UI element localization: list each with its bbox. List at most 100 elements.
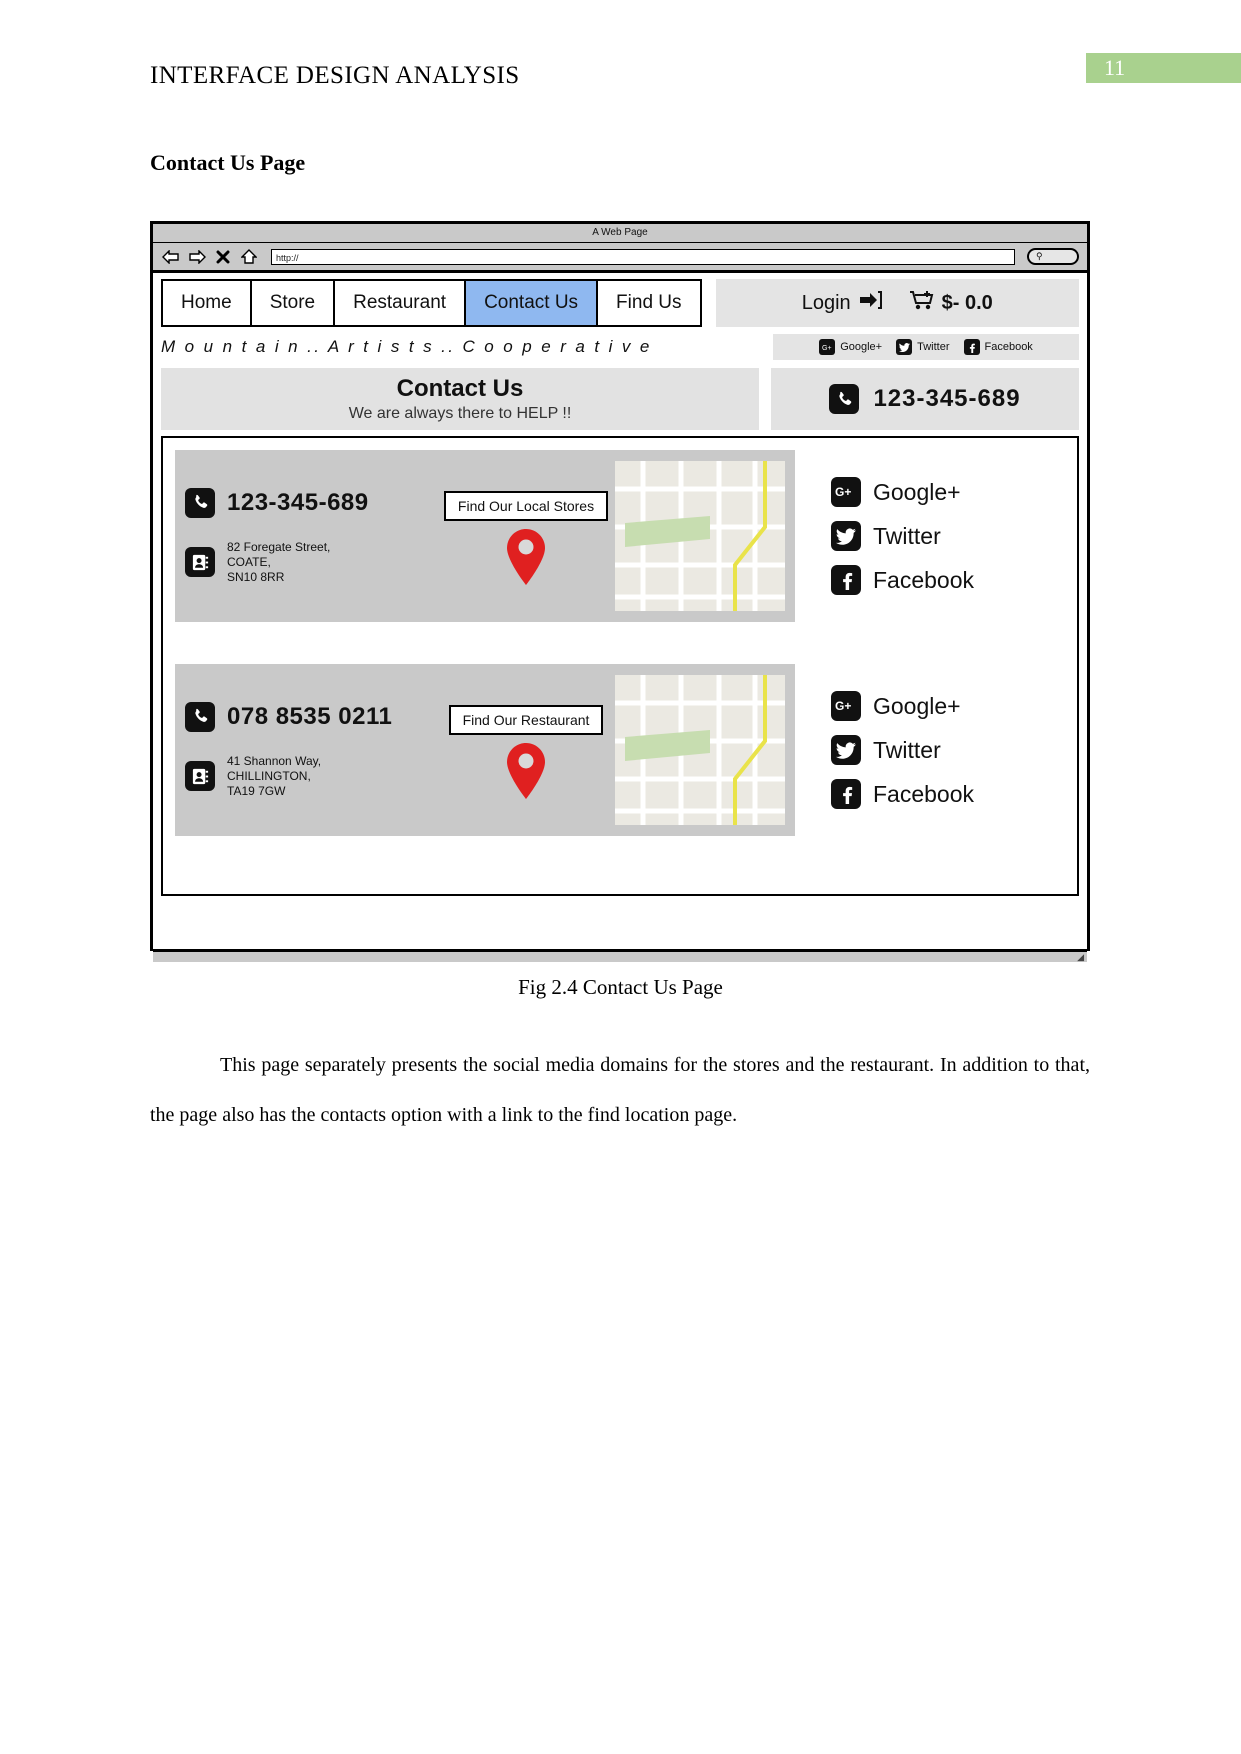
card-actions: Find Our Local Stores (437, 485, 615, 587)
browser-mockup: A Web Page http:// ⚲ Home Store Restaura… (150, 221, 1090, 962)
shopping-cart-icon (909, 290, 935, 316)
twitter-icon (831, 521, 861, 551)
svg-text:G+: G+ (835, 485, 851, 499)
social-label: Twitter (873, 522, 941, 549)
social-mini-google-plus[interactable]: G+ Google+ (819, 339, 882, 355)
hero-subtitle: We are always there to HELP !! (348, 405, 572, 422)
contact-book-icon (185, 547, 215, 577)
social-label: Google+ (873, 478, 961, 505)
card-info: 123-345-689 82 Foregate Street, COATE, S… (185, 487, 437, 585)
login-label: Login (801, 291, 851, 314)
social-twitter[interactable]: Twitter (831, 521, 1065, 551)
card-actions: Find Our Restaurant (437, 699, 615, 801)
map-pin-icon (503, 741, 549, 801)
google-plus-icon: G+ (831, 691, 861, 721)
contact-card-store: 123-345-689 82 Foregate Street, COATE, S… (175, 450, 795, 622)
map-thumbnail[interactable] (615, 461, 785, 611)
facebook-icon (831, 779, 861, 809)
card-social-links: G+ Google+ Twitter Facebook (813, 664, 1065, 836)
social-facebook[interactable]: Facebook (831, 779, 1065, 809)
social-mini-twitter[interactable]: Twitter (896, 339, 950, 355)
page-number-badge: 11 (1086, 53, 1241, 83)
phone-icon (185, 487, 215, 518)
social-strip: G+ Google+ Twitter Facebook (773, 334, 1079, 360)
home-icon[interactable] (239, 248, 259, 266)
phone-icon (829, 384, 860, 414)
social-mini-label: Twitter (917, 341, 950, 353)
hero-row: Contact Us We are always there to HELP !… (161, 368, 1079, 430)
resize-grip-icon[interactable]: ◢ (1077, 952, 1084, 962)
social-twitter[interactable]: Twitter (831, 735, 1065, 765)
facebook-icon (831, 565, 861, 595)
find-stores-button[interactable]: Find Our Local Stores (443, 491, 609, 521)
svg-text:G+: G+ (822, 345, 832, 352)
card-phone-line: 078 8535 0211 (185, 701, 437, 732)
social-label: Facebook (873, 780, 975, 807)
card-address-line: 41 Shannon Way, CHILLINGTON, TA19 7GW (185, 754, 437, 799)
hero-title: Contact Us (396, 375, 524, 402)
contact-content-box: 123-345-689 82 Foregate Street, COATE, S… (161, 436, 1079, 896)
contact-card-row: 123-345-689 82 Foregate Street, COATE, S… (175, 450, 1065, 622)
map-thumbnail[interactable] (615, 675, 785, 825)
card-phone-line: 123-345-689 (185, 487, 437, 518)
card-social-links: G+ Google+ Twitter Facebook (813, 450, 1065, 622)
browser-status-bar: ◢ (153, 949, 1087, 962)
browser-toolbar: http:// ⚲ (153, 243, 1087, 273)
site-brand: M o u n t a i n .. A r t i s t s .. C o … (161, 337, 652, 356)
svg-text:G+: G+ (835, 699, 851, 713)
social-google-plus[interactable]: G+ Google+ (831, 477, 1065, 507)
social-mini-facebook[interactable]: Facebook (963, 339, 1033, 355)
stop-x-icon[interactable] (213, 248, 233, 266)
back-arrow-icon[interactable] (161, 248, 181, 266)
contact-card-row: 078 8535 0211 41 Shannon Way, CHILLINGTO… (175, 664, 1065, 836)
cart-total: $- 0.0 (941, 291, 993, 314)
site-nav-row: Home Store Restaurant Contact Us Find Us… (161, 279, 1079, 327)
hero-phone-banner: 123-345-689 (771, 368, 1079, 430)
social-label: Twitter (873, 736, 941, 763)
card-address: 41 Shannon Way, CHILLINGTON, TA19 7GW (227, 753, 322, 798)
nav-tab-home[interactable]: Home (163, 281, 252, 325)
facebook-icon (963, 339, 980, 355)
site-nav-tabs: Home Store Restaurant Contact Us Find Us (161, 279, 702, 327)
card-address: 82 Foregate Street, COATE, SN10 8RR (227, 539, 331, 584)
google-plus-icon: G+ (819, 339, 836, 355)
login-arrow-icon (859, 291, 883, 315)
header-title: INTERFACE DESIGN ANALYSIS (150, 62, 520, 89)
browser-search-box[interactable]: ⚲ (1027, 248, 1079, 265)
twitter-icon (831, 735, 861, 765)
twitter-icon (896, 339, 913, 355)
hero-banner: Contact Us We are always there to HELP !… (161, 368, 759, 430)
card-info: 078 8535 0211 41 Shannon Way, CHILLINGTO… (185, 701, 437, 799)
section-heading: Contact Us Page (150, 150, 306, 175)
figure-caption: Fig 2.4 Contact Us Page (518, 975, 723, 999)
document-page: INTERFACE DESIGN ANALYSIS 11 Contact Us … (0, 0, 1241, 1754)
contact-card-restaurant: 078 8535 0211 41 Shannon Way, CHILLINGTO… (175, 664, 795, 836)
nav-tab-find-us[interactable]: Find Us (598, 281, 700, 325)
nav-tab-restaurant[interactable]: Restaurant (335, 281, 467, 325)
magnifier-icon: ⚲ (1036, 251, 1043, 261)
login-button[interactable]: Login (802, 291, 883, 315)
social-mini-label: Google+ (840, 341, 883, 353)
address-bar-input[interactable]: http:// (271, 248, 1015, 265)
social-label: Facebook (873, 566, 975, 593)
social-label: Google+ (873, 692, 961, 719)
find-restaurant-button[interactable]: Find Our Restaurant (448, 705, 604, 735)
site-viewport: Home Store Restaurant Contact Us Find Us… (153, 273, 1087, 949)
card-address-line: 82 Foregate Street, COATE, SN10 8RR (185, 540, 437, 585)
body-paragraph: This page separately presents the social… (150, 1054, 1090, 1126)
nav-tab-store[interactable]: Store (251, 281, 336, 325)
hero-phone-number: 123-345-689 (873, 385, 1021, 412)
google-plus-icon: G+ (831, 477, 861, 507)
map-pin-icon (503, 527, 549, 587)
nav-tab-contact-us[interactable]: Contact Us (466, 281, 599, 325)
browser-title-bar: A Web Page (153, 224, 1087, 243)
card-phone-number: 078 8535 0211 (227, 702, 393, 730)
social-google-plus[interactable]: G+ Google+ (831, 691, 1065, 721)
brand-row: M o u n t a i n .. A r t i s t s .. C o … (161, 332, 1079, 362)
forward-arrow-icon[interactable] (187, 248, 207, 266)
document-header: INTERFACE DESIGN ANALYSIS (150, 62, 1100, 90)
cart-button[interactable]: $- 0.0 (909, 290, 993, 316)
card-phone-number: 123-345-689 (227, 488, 369, 516)
contact-book-icon (185, 761, 215, 791)
social-facebook[interactable]: Facebook (831, 565, 1065, 595)
